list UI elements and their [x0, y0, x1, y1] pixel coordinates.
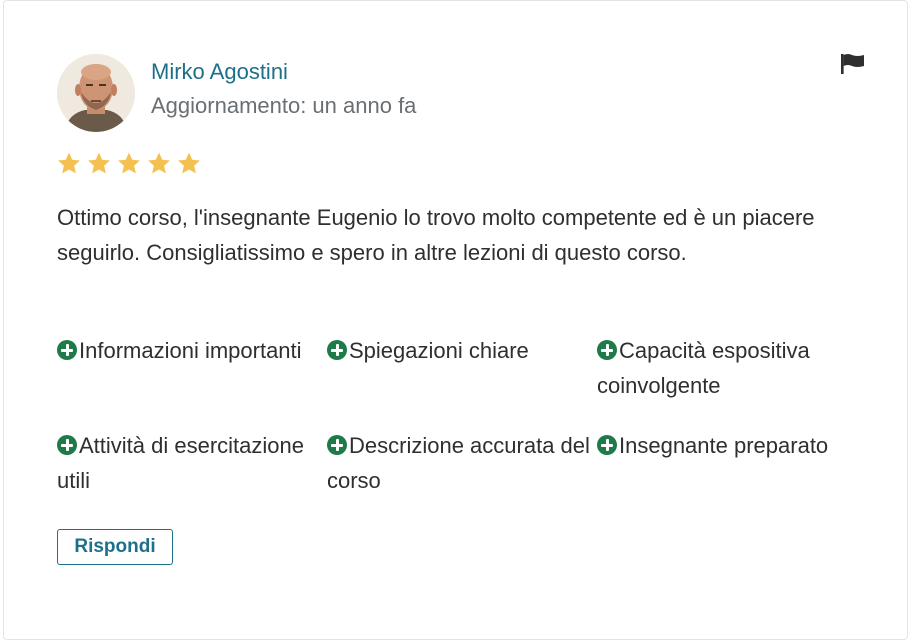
tag-label: Capacità espositiva coinvolgente [597, 338, 810, 398]
flag-icon[interactable] [840, 53, 866, 75]
review-text: Ottimo corso, l'insegnante Eugenio lo tr… [57, 205, 815, 265]
star-icon [146, 151, 172, 176]
tag-label: Spiegazioni chiare [349, 338, 529, 363]
tag-label: Informazioni importanti [79, 338, 302, 363]
reply-button[interactable]: Rispondi [57, 529, 173, 565]
tag-label: Attività di esercitazione utili [57, 433, 304, 493]
avatar[interactable] [57, 54, 135, 132]
avatar-photo [57, 54, 135, 132]
review-tag: Attività di esercitazione utili [57, 429, 322, 498]
tag-label: Descrizione accurata del corso [327, 433, 590, 493]
plus-circle-icon [327, 340, 347, 360]
tag-label: Insegnante preparato [619, 433, 829, 458]
plus-circle-icon [327, 435, 347, 455]
review-tag: Descrizione accurata del corso [327, 429, 592, 498]
plus-circle-icon [57, 340, 77, 360]
star-rating [56, 151, 202, 176]
star-icon [116, 151, 142, 176]
plus-circle-icon [57, 435, 77, 455]
review-card: Mirko Agostini Aggiornamento: un anno fa… [3, 0, 908, 640]
review-updated-date: Aggiornamento: un anno fa [151, 93, 417, 118]
author-name[interactable]: Mirko Agostini [151, 59, 288, 85]
review-tag: Spiegazioni chiare [327, 334, 592, 369]
star-icon [56, 151, 82, 176]
plus-circle-icon [597, 340, 617, 360]
review-tag: Informazioni importanti [57, 334, 322, 369]
star-icon [176, 151, 202, 176]
star-icon [86, 151, 112, 176]
review-tag: Capacità espositiva coinvolgente [597, 334, 862, 403]
plus-circle-icon [597, 435, 617, 455]
review-tag: Insegnante preparato [597, 429, 862, 464]
